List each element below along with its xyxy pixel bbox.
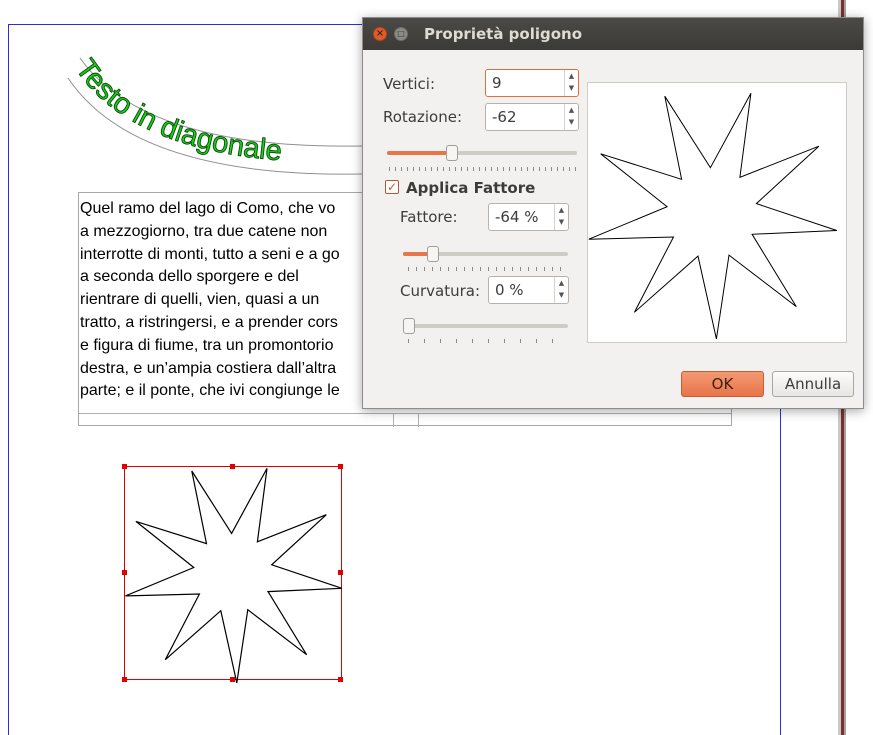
vertices-label: Vertici: — [383, 75, 436, 93]
apply-factor-checkbox[interactable]: ✓ — [385, 180, 399, 194]
curvature-slider-handle[interactable] — [403, 318, 415, 334]
rotation-ticks — [389, 167, 577, 171]
rotation-slider-handle[interactable] — [445, 145, 458, 161]
rotation-label: Rotazione: — [383, 108, 463, 126]
factor-stepper[interactable]: ▲ ▼ — [554, 204, 568, 230]
star-polygon[interactable] — [118, 458, 348, 688]
curvature-spinbox[interactable]: 0 % ▲ ▼ — [488, 276, 569, 304]
close-icon[interactable]: × — [373, 27, 387, 41]
vertices-stepper[interactable]: ▲ ▼ — [564, 70, 578, 96]
curvature-value: 0 % — [495, 281, 524, 299]
factor-ticks — [408, 267, 568, 271]
rotation-spinbox[interactable]: -62 ▲ ▼ — [485, 103, 579, 131]
rotation-value: -62 — [492, 108, 517, 126]
polygon-properties-dialog: × □ Proprietà poligono Vertici: 9 ▲ ▼ Rot… — [362, 17, 864, 409]
curved-text-frame[interactable]: Testo in diagonale — [60, 50, 370, 180]
rotation-slider[interactable] — [387, 151, 577, 155]
factor-value: -64 % — [495, 208, 539, 226]
factor-slider-handle[interactable] — [426, 246, 439, 262]
ok-button[interactable]: OK — [681, 371, 764, 397]
rotation-stepper[interactable]: ▲ ▼ — [564, 104, 578, 130]
page-margin-left — [8, 24, 9, 735]
factor-label: Fattore: — [400, 208, 458, 226]
vertices-value: 9 — [492, 74, 502, 92]
body-text: Quel ramo del lago di Como, che vo a mez… — [80, 200, 340, 400]
curvature-stepper[interactable]: ▲ ▼ — [554, 277, 568, 303]
page-margin-right — [780, 400, 781, 735]
curvature-label: Curvatura: — [400, 282, 481, 300]
factor-spinbox[interactable]: -64 % ▲ ▼ — [488, 203, 569, 231]
apply-factor-label[interactable]: Applica Fattore — [406, 179, 535, 197]
curvature-slider[interactable] — [403, 324, 568, 328]
curved-text: Testo in diagonale — [69, 53, 283, 167]
cancel-button[interactable]: Annulla — [772, 371, 854, 397]
curvature-ticks — [408, 339, 568, 343]
dialog-titlebar[interactable]: × □ Proprietà poligono — [363, 18, 863, 50]
vertices-spinbox[interactable]: 9 ▲ ▼ — [485, 69, 579, 97]
maximize-icon[interactable]: □ — [394, 27, 408, 41]
page-margin-top — [8, 24, 364, 25]
dialog-title: Proprietà poligono — [424, 25, 583, 43]
preview-star — [588, 92, 837, 340]
polygon-preview — [587, 82, 847, 343]
